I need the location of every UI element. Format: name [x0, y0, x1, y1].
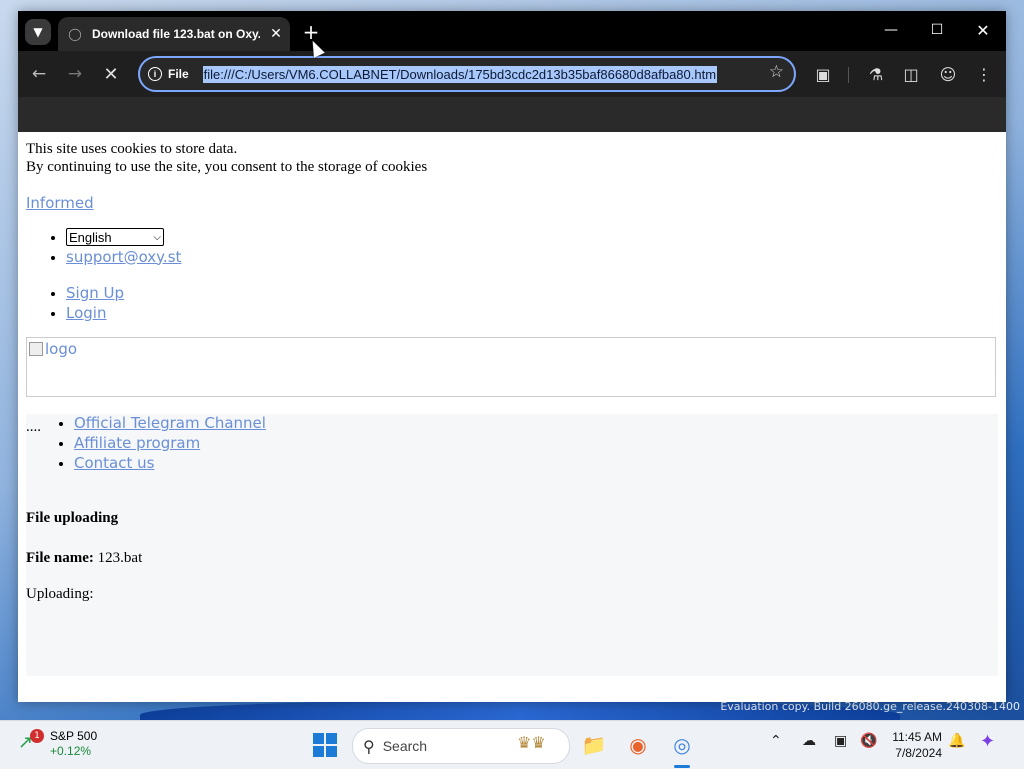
windows-logo-icon: [313, 733, 324, 744]
side-panel-icon[interactable]: ◫: [898, 61, 924, 87]
upload-title: File uploading: [26, 510, 119, 526]
sign-up-link[interactable]: Sign Up: [66, 284, 124, 302]
tab-title: Download file 123.bat on Oxy.(: [92, 27, 260, 41]
search-label: Search: [382, 738, 428, 754]
language-select[interactable]: English ⌵: [66, 228, 164, 246]
logo-alt-text: logo: [45, 340, 78, 358]
telegram-channel-link[interactable]: Official Telegram Channel: [74, 414, 266, 432]
search-icon: ⚲: [363, 736, 375, 756]
top-list: English ⌵ support@oxy.st: [66, 228, 181, 268]
file-explorer-icon[interactable]: 📁: [578, 729, 610, 761]
clock-date: 7/8/2024: [895, 746, 942, 760]
ellipsis-text: ....: [26, 419, 41, 435]
maximize-icon: ☐: [930, 22, 944, 38]
tab-search-button[interactable]: ▼: [25, 19, 51, 45]
cookie-notice: This site uses cookies to store data. By…: [26, 140, 427, 176]
stock-change: +0.12%: [50, 744, 92, 758]
auth-list: Sign Up Login: [66, 284, 124, 324]
stock-text: S&P 500 +0.12%: [50, 729, 97, 759]
url-text[interactable]: file:///C:/Users/VM6.COLLABNET/Downloads…: [202, 65, 718, 83]
stock-widget[interactable]: ↗ 1 S&P 500 +0.12%: [18, 729, 97, 759]
copilot-icon[interactable]: ✦: [980, 731, 995, 752]
site-info-chip[interactable]: i File: [148, 67, 189, 81]
broken-image-icon: [29, 342, 43, 356]
file-name-label: File name:: [26, 550, 94, 566]
browser-window: ▼ ◯ Download file 123.bat on Oxy.( ✕ + —…: [18, 11, 1006, 702]
list-item: Affiliate program: [74, 434, 266, 454]
address-bar[interactable]: i File file:///C:/Users/VM6.COLLABNET/Do…: [138, 56, 796, 92]
chevron-up-icon[interactable]: ⌃: [770, 733, 782, 749]
onedrive-icon[interactable]: ☁: [802, 733, 816, 749]
language-select-value: English: [69, 229, 112, 245]
chevron-down-icon: ⌵: [153, 231, 161, 243]
file-name-row: File name: 123.bat: [26, 550, 142, 567]
minimize-button[interactable]: —: [868, 15, 914, 45]
extensions-icon[interactable]: ▣: [810, 61, 836, 87]
volume-muted-icon[interactable]: 🔇: [860, 733, 877, 749]
stock-chart-icon: ↗ 1: [18, 729, 44, 756]
clock-time: 11:45 AM: [892, 730, 942, 744]
logo-image[interactable]: logo: [29, 340, 77, 358]
close-tab-button[interactable]: ✕: [266, 24, 286, 44]
stop-loading-button[interactable]: ✕: [96, 59, 126, 89]
back-button[interactable]: ←: [24, 59, 54, 89]
nav-list: Official Telegram Channel Affiliate prog…: [74, 414, 266, 474]
tab-active[interactable]: ◯ Download file 123.bat on Oxy.( ✕: [58, 17, 290, 51]
start-button[interactable]: [313, 733, 337, 757]
menu-kebab-icon[interactable]: ⋮: [971, 61, 997, 87]
cookie-line-2: By continuing to use the site, you conse…: [26, 159, 428, 175]
close-icon: ✕: [103, 63, 119, 85]
list-item: Contact us: [74, 454, 266, 474]
list-item: Sign Up: [66, 284, 124, 304]
close-window-button[interactable]: ✕: [960, 15, 1006, 45]
globe-icon: ◯: [68, 27, 82, 41]
minimize-icon: —: [884, 22, 898, 38]
informed-link[interactable]: Informed: [26, 194, 94, 212]
notification-bell-icon[interactable]: 🔔: [948, 733, 965, 749]
page-content: This site uses cookies to store data. By…: [18, 132, 1006, 702]
toolbar-separator: [848, 67, 849, 83]
main-panel: .... Official Telegram Channel Affiliate…: [26, 414, 998, 676]
forward-button[interactable]: →: [60, 59, 90, 89]
info-icon: i: [148, 67, 162, 81]
search-highlight-icon: ♛♛: [517, 733, 546, 752]
network-icon[interactable]: ▣: [834, 733, 847, 749]
list-item: Official Telegram Channel: [74, 414, 266, 434]
notification-badge: 1: [30, 729, 44, 743]
uploading-label: Uploading:: [26, 586, 94, 602]
chrome-icon[interactable]: ◎: [666, 729, 698, 761]
firefox-icon[interactable]: ◉: [622, 729, 654, 761]
support-email-link[interactable]: support@oxy.st: [66, 248, 181, 266]
taskbar: ↗ 1 S&P 500 +0.12% ⚲ Search ♛♛ 📁 ◉ ◎ ⌃ ☁…: [0, 720, 1024, 769]
arrow-left-icon: ←: [31, 64, 47, 84]
login-link[interactable]: Login: [66, 304, 106, 322]
toolbar: ← → ✕ i File file:///C:/Users/VM6.COLLAB…: [18, 51, 1006, 97]
maximize-button[interactable]: ☐: [914, 15, 960, 45]
list-item: Login: [66, 304, 124, 324]
bookmarks-bar: [18, 97, 1006, 132]
file-name-value: 123.bat: [97, 550, 143, 566]
chevron-down-icon: ▼: [33, 25, 43, 39]
header-logo-box: logo: [26, 337, 996, 397]
list-item: English ⌵: [66, 228, 181, 248]
stock-name: S&P 500: [50, 729, 98, 743]
taskbar-search[interactable]: ⚲ Search ♛♛: [352, 728, 570, 764]
cookie-line-1: This site uses cookies to store data.: [26, 141, 238, 157]
labs-flask-icon[interactable]: ⚗: [863, 61, 889, 87]
list-item: support@oxy.st: [66, 248, 181, 268]
site-info-label: File: [168, 67, 189, 81]
clock[interactable]: 11:45 AM 7/8/2024: [884, 729, 942, 761]
tab-bar: ▼ ◯ Download file 123.bat on Oxy.( ✕ + —…: [18, 11, 1006, 51]
arrow-right-icon: →: [67, 64, 83, 84]
affiliate-program-link[interactable]: Affiliate program: [74, 434, 200, 452]
contact-us-link[interactable]: Contact us: [74, 454, 154, 472]
bookmark-star-icon[interactable]: ☆: [769, 62, 784, 82]
profile-avatar-icon[interactable]: ☺: [935, 61, 961, 87]
close-icon: ✕: [976, 20, 990, 40]
